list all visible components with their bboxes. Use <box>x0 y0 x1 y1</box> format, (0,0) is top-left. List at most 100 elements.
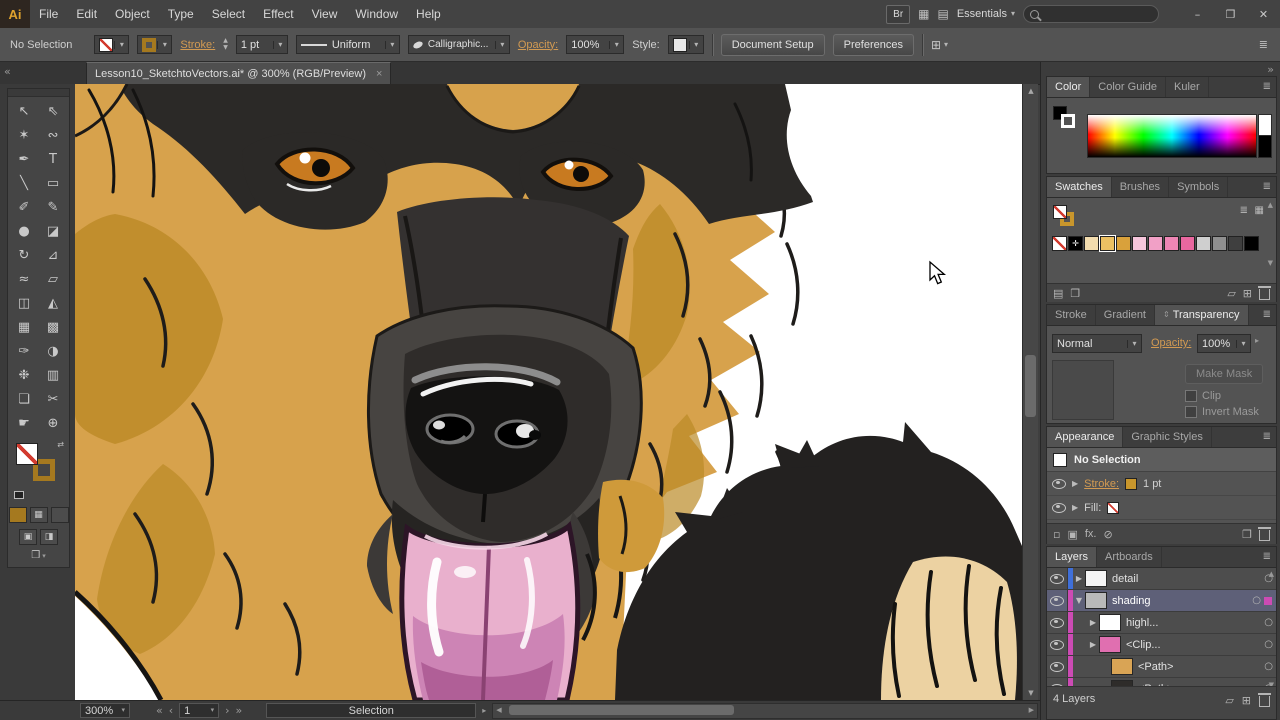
panel-menu-icon[interactable]: ≣ <box>1258 427 1276 447</box>
opacity-stepper-icon[interactable]: ▸ <box>1255 337 1259 345</box>
vertical-scrollbar[interactable]: ▲ ▼ <box>1022 84 1038 700</box>
swatch-none[interactable] <box>1052 236 1067 251</box>
swatch-selected[interactable] <box>1099 235 1116 252</box>
fill-color-dropdown[interactable]: ▾ <box>94 35 130 54</box>
zoom-dropdown[interactable]: 300% ▾ <box>80 703 130 718</box>
tool-symbol-sprayer[interactable]: ❉ <box>10 363 39 387</box>
tab-transparency[interactable]: ⇕ Transparency <box>1155 305 1249 325</box>
swatch-kinds-icon[interactable]: ❐ <box>1070 288 1080 299</box>
color-button[interactable] <box>8 507 27 523</box>
panel-menu-icon[interactable]: ≣ <box>1258 177 1276 197</box>
canvas[interactable] <box>73 83 1022 703</box>
layer-name[interactable]: shading <box>1112 595 1151 607</box>
vertical-scroll-thumb[interactable] <box>1025 355 1036 417</box>
tool-blend[interactable]: ◑ <box>39 339 68 363</box>
menu-effect[interactable]: Effect <box>254 0 302 28</box>
color-spectrum[interactable] <box>1087 114 1257 158</box>
tab-kuler[interactable]: Kuler <box>1166 77 1209 97</box>
workspace-switcher[interactable]: Essentials ▾ <box>957 8 1015 20</box>
swatch[interactable] <box>1132 236 1147 251</box>
layer-name[interactable]: highl... <box>1126 617 1158 629</box>
menu-select[interactable]: Select <box>203 0 254 28</box>
tab-artboards[interactable]: Artboards <box>1097 547 1162 567</box>
duplicate-item-icon[interactable]: ❐ <box>1242 529 1252 540</box>
draw-normal-icon[interactable]: ▣ <box>19 529 37 545</box>
visibility-eye-icon[interactable] <box>1052 478 1066 489</box>
expand-icon[interactable]: ▶ <box>1072 503 1078 512</box>
tool-zoom[interactable]: ⊕ <box>39 411 68 435</box>
stroke-color-dropdown[interactable]: ▾ <box>137 35 173 54</box>
swap-fill-stroke-icon[interactable]: ⇄ <box>57 441 64 449</box>
opacity-dropdown[interactable]: 100% ▾ <box>1197 334 1251 353</box>
panel-toggle-icon[interactable]: ≣ <box>1259 39 1268 50</box>
color-stroke-proxy[interactable] <box>1061 114 1075 128</box>
document-setup-button[interactable]: Document Setup <box>720 33 825 56</box>
tool-type[interactable]: T <box>39 147 68 171</box>
tool-slice[interactable]: ✂ <box>39 387 68 411</box>
opacity-label[interactable]: Opacity: <box>1151 337 1191 349</box>
preferences-button[interactable]: Preferences <box>832 33 914 56</box>
tab-color-guide[interactable]: Color Guide <box>1090 77 1166 97</box>
horizontal-scroll-thumb[interactable] <box>509 704 735 715</box>
tool-free-transform[interactable]: ▱ <box>39 267 68 291</box>
toolbar-drag-handle[interactable] <box>8 89 69 97</box>
tool-line-segment[interactable]: ╲ <box>10 171 39 195</box>
close-button[interactable]: ✕ <box>1251 0 1276 28</box>
new-sublayer-icon[interactable]: ▱ <box>1225 695 1233 706</box>
arrange-documents-icon[interactable]: ▦ <box>918 8 929 20</box>
tool-hand[interactable]: ☛ <box>10 411 39 435</box>
tool-width[interactable]: ≈ <box>10 267 39 291</box>
prev-artboard-icon[interactable]: ‹ <box>169 705 173 716</box>
status-display[interactable]: Selection <box>266 703 477 718</box>
style-dropdown[interactable]: ▾ <box>667 35 704 54</box>
swatch[interactable] <box>1196 236 1211 251</box>
tab-symbols[interactable]: Symbols <box>1169 177 1229 197</box>
delete-swatch-icon[interactable] <box>1258 286 1271 300</box>
visibility-eye-icon[interactable] <box>1052 502 1066 513</box>
tab-brushes[interactable]: Brushes <box>1112 177 1170 197</box>
target-icon[interactable]: ○ <box>1249 595 1264 606</box>
black-swatch[interactable] <box>1258 135 1272 158</box>
screen-mode-button[interactable]: ❒ ▾ <box>8 551 69 561</box>
menu-help[interactable]: Help <box>407 0 450 28</box>
stroke-weight-dropdown[interactable]: 1 pt ▾ <box>235 35 288 54</box>
menu-window[interactable]: Window <box>346 0 407 28</box>
clear-appearance-icon[interactable]: ⊘ <box>1104 529 1113 540</box>
tool-mesh[interactable]: ▦ <box>10 315 39 339</box>
none-button[interactable] <box>50 507 69 523</box>
tab-layers[interactable]: Layers <box>1047 547 1098 567</box>
visibility-eye-icon[interactable] <box>1050 573 1064 584</box>
visibility-eye-icon[interactable] <box>1050 595 1064 606</box>
menu-view[interactable]: View <box>303 0 347 28</box>
fill-proxy-swatch[interactable] <box>16 443 38 465</box>
swatch[interactable] <box>1228 236 1243 251</box>
white-swatch[interactable] <box>1258 114 1272 137</box>
add-effect-icon[interactable]: fx. <box>1085 528 1097 540</box>
visibility-eye-icon[interactable] <box>1050 639 1064 650</box>
tool-pen[interactable]: ✒ <box>10 147 39 171</box>
tab-color[interactable]: Color <box>1047 77 1091 97</box>
menu-object[interactable]: Object <box>106 0 159 28</box>
tool-column-graph[interactable]: ▥ <box>39 363 68 387</box>
tool-eraser[interactable]: ◪ <box>39 219 68 243</box>
blend-mode-dropdown[interactable]: Normal ▾ <box>1052 334 1142 353</box>
brush-definition-dropdown[interactable]: Calligraphic... ▾ <box>407 35 510 54</box>
scroll-down-icon[interactable]: ▼ <box>1023 686 1039 700</box>
delete-item-icon[interactable] <box>1258 527 1271 541</box>
layer-name[interactable]: <Path> <box>1138 661 1173 673</box>
expand-icon[interactable]: ▶ <box>1072 479 1078 488</box>
tool-magic-wand[interactable]: ✶ <box>10 123 39 147</box>
collapse-dock-icon[interactable]: » <box>1267 64 1274 75</box>
new-layer-icon[interactable]: ⊞ <box>1242 695 1251 706</box>
swatch[interactable] <box>1116 236 1131 251</box>
make-mask-button[interactable]: Make Mask <box>1185 364 1264 384</box>
clip-checkbox[interactable]: Clip <box>1185 390 1221 402</box>
scroll-down-icon[interactable]: ▼ <box>1268 260 1273 267</box>
tool-eyedropper[interactable]: ✑ <box>10 339 39 363</box>
stroke-weight-stepper[interactable]: ▲ ▼ <box>223 38 228 51</box>
expand-icon[interactable]: ▶ <box>1087 640 1099 649</box>
collapse-tools-icon[interactable]: « <box>4 66 11 77</box>
stroke-color-swatch[interactable] <box>1125 477 1138 490</box>
swatch[interactable] <box>1212 236 1227 251</box>
fill-color-swatch[interactable] <box>1107 501 1120 514</box>
